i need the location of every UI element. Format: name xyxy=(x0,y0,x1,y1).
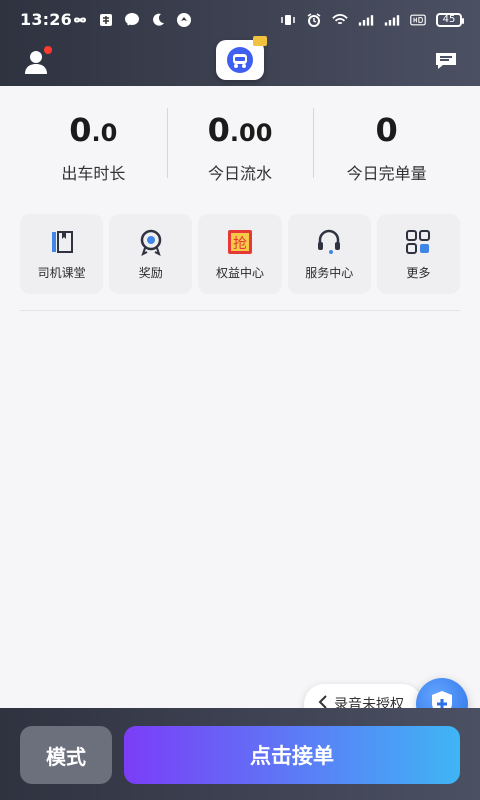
shortcut-label: 服务中心 xyxy=(305,265,354,280)
svg-text:抢: 抢 xyxy=(233,235,247,252)
wifi-icon xyxy=(332,12,348,28)
app-logo[interactable] xyxy=(216,36,267,80)
hd-icon xyxy=(410,12,426,28)
stat-revenue: 0.00 今日流水 xyxy=(166,104,314,184)
shortcut-reward[interactable]: 奖励 xyxy=(109,214,193,294)
signal-2-icon xyxy=(384,12,400,28)
bird-icon xyxy=(176,12,192,28)
stat-value: 0 xyxy=(375,111,398,149)
battery-level: 45 xyxy=(442,14,456,25)
shortcut-label: 权益中心 xyxy=(216,265,265,280)
stat-value: 0.0 xyxy=(69,111,118,149)
infinity-icon xyxy=(72,12,88,28)
stat-orders: 0 今日完单量 xyxy=(313,104,460,184)
stat-label: 今日流水 xyxy=(208,164,273,183)
chinese-char-icon xyxy=(98,12,114,28)
stat-label: 今日完单量 xyxy=(346,164,427,183)
status-left-icons xyxy=(72,12,192,28)
medal-icon xyxy=(140,229,162,256)
stat-duration: 0.0 出车时长 xyxy=(20,104,167,184)
book-icon xyxy=(51,230,73,253)
bottom-bar: 模式 点击接单 xyxy=(0,708,480,800)
status-time: 13:26 xyxy=(20,10,72,29)
logo-tag-icon xyxy=(253,36,267,46)
stat-value: 0.00 xyxy=(207,111,273,149)
message-icon[interactable] xyxy=(434,50,458,72)
divider xyxy=(20,310,460,311)
signal-1-icon xyxy=(358,12,374,28)
alarm-icon xyxy=(306,12,322,28)
shortcut-more[interactable]: 更多 xyxy=(376,214,461,294)
main-content: 0.0 出车时长 0.00 今日流水 0 今日完单量 司机课堂 奖励 抢 权益中… xyxy=(0,86,480,730)
grab-badge-icon: 抢 xyxy=(228,229,252,254)
shortcut-label: 奖励 xyxy=(138,265,163,280)
accept-order-button[interactable]: 点击接单 xyxy=(124,726,460,784)
status-bar: 13:26 45 xyxy=(0,0,480,40)
battery-icon: 45 xyxy=(436,13,464,27)
stats-row: 0.0 出车时长 0.00 今日流水 0 今日完单量 xyxy=(20,104,460,184)
mode-button[interactable]: 模式 xyxy=(20,726,112,784)
shortcut-label: 更多 xyxy=(406,265,431,280)
headset-icon xyxy=(318,229,341,254)
shortcut-label: 司机课堂 xyxy=(37,265,86,280)
grid-icon xyxy=(406,229,431,254)
notification-dot xyxy=(44,46,52,54)
vibrate-icon xyxy=(280,12,296,28)
shortcut-service[interactable]: 服务中心 xyxy=(287,214,371,294)
status-right-icons: 45 xyxy=(280,12,464,28)
shortcut-benefits[interactable]: 抢 权益中心 xyxy=(198,214,282,294)
header: 13:26 45 xyxy=(0,0,480,86)
shortcut-driver-class[interactable]: 司机课堂 xyxy=(20,214,104,294)
shortcut-grid: 司机课堂 奖励 抢 权益中心 服务中心 更多 xyxy=(20,214,461,294)
stat-label: 出车时长 xyxy=(61,164,126,183)
top-nav xyxy=(0,36,480,86)
moon-icon xyxy=(150,12,166,28)
chat-bubble-icon xyxy=(124,12,140,28)
